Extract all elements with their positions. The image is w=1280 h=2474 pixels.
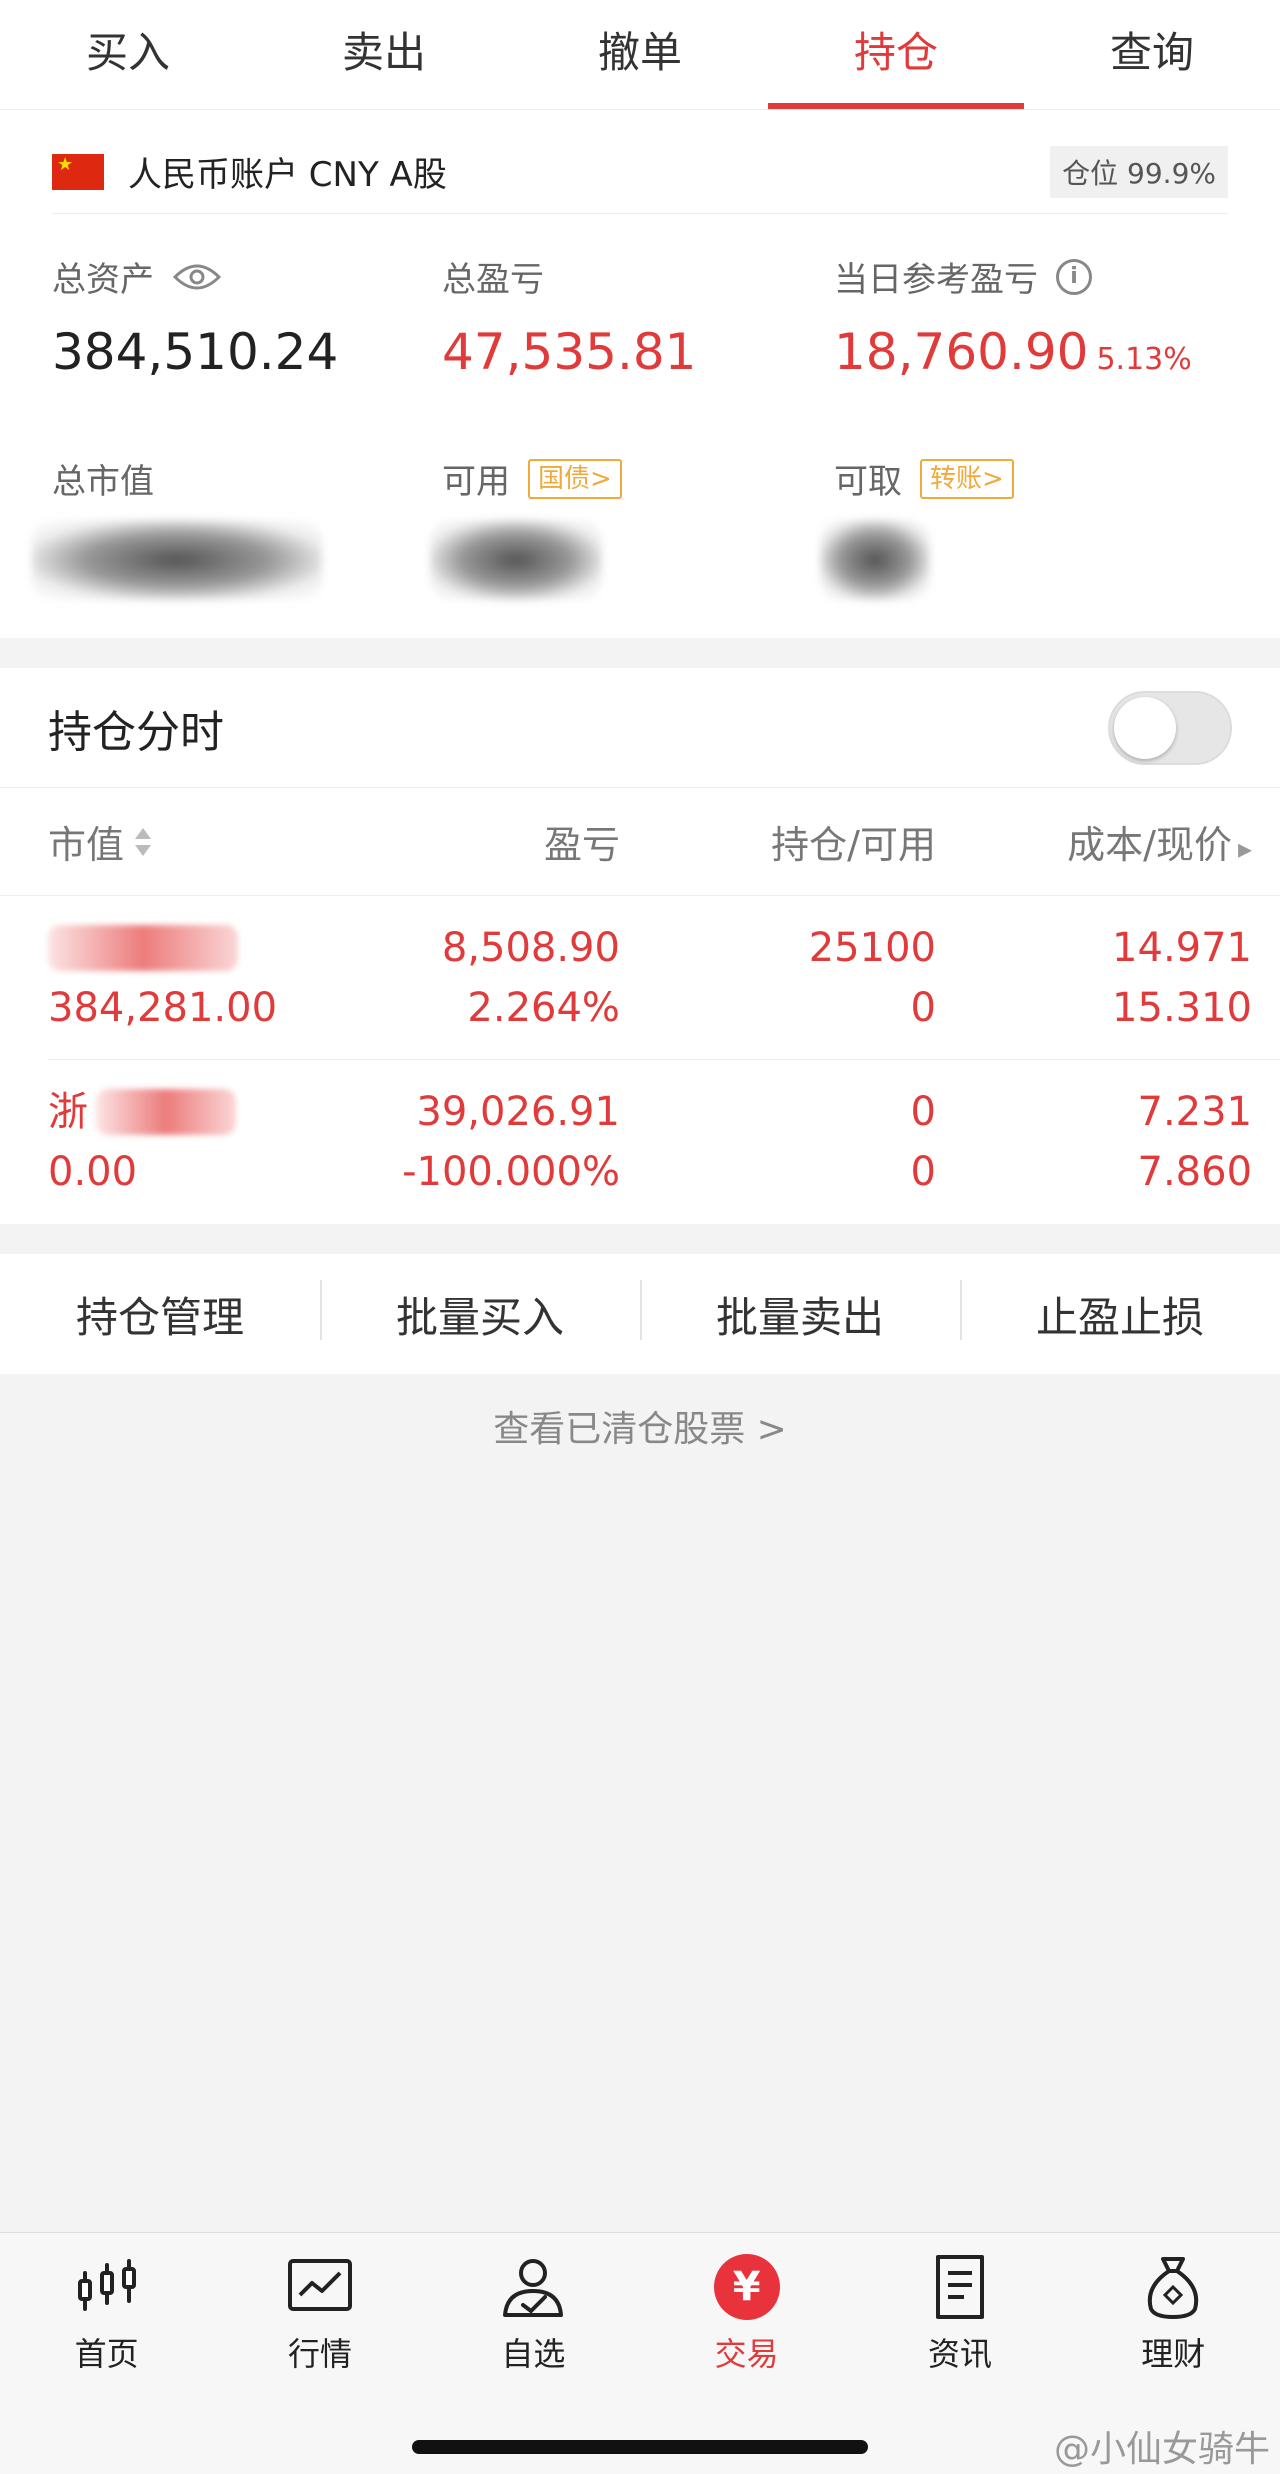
holding-available: 0: [910, 1149, 936, 1195]
batch-sell-button[interactable]: 批量卖出: [640, 1279, 960, 1345]
account-summary: ★ 人民币账户 CNY A股 仓位 99.9% 总资产 384,510.24 总…: [0, 110, 1280, 638]
stop-profit-loss-button[interactable]: 止盈止损: [960, 1279, 1280, 1345]
withdrawable-label: 可取: [834, 462, 902, 502]
holdings-intraday-title: 持仓分时: [48, 706, 224, 758]
daily-pl-value: 18,760.90: [834, 323, 1089, 381]
holdings-section: 持仓分时 市值 盈亏 持仓/可用 成本/现价 ▸ 8,508.90 25100 1…: [0, 668, 1280, 1224]
holdings-header: 持仓分时: [0, 668, 1280, 788]
info-icon[interactable]: i: [1056, 258, 1092, 295]
tab-buy[interactable]: 买入: [0, 0, 256, 109]
column-cost-price[interactable]: 成本/现价 ▸: [936, 814, 1252, 869]
watermark: @小仙女骑牛: [1053, 2429, 1270, 2470]
column-pl[interactable]: 盈亏: [339, 814, 620, 869]
total-pl-label: 总盈亏: [442, 260, 544, 300]
holding-market-value: 384,281.00: [48, 984, 278, 1031]
total-assets: 总资产 384,510.24: [52, 252, 338, 381]
position-ratio-badge: 仓位 99.9%: [1050, 145, 1228, 198]
tab-query[interactable]: 查询: [1024, 0, 1280, 109]
holdings-column-header: 市值 盈亏 持仓/可用 成本/现价 ▸: [0, 788, 1280, 896]
market-value-label: 总市值: [52, 462, 154, 502]
holding-available: 0: [910, 984, 936, 1031]
available-funds: 可用 国债>: [442, 454, 622, 503]
tab-holdings[interactable]: 持仓: [768, 0, 1024, 109]
holding-pl: 8,508.90: [441, 924, 620, 971]
redacted-withdrawable: [820, 520, 930, 600]
holding-price: 7.860: [1137, 1149, 1253, 1195]
nav-market[interactable]: 行情: [213, 2233, 426, 2474]
total-assets-value: 384,510.24: [52, 323, 339, 381]
total-assets-label: 总资产: [52, 260, 154, 300]
transfer-tag[interactable]: 转账>: [920, 458, 1014, 499]
nav-wealth-label: 理财: [1141, 2335, 1206, 2373]
money-bag-icon: [1148, 2257, 1199, 2319]
holding-position: 0: [910, 1089, 936, 1135]
redacted-available: [430, 520, 602, 600]
nav-news[interactable]: 资讯: [853, 2233, 1066, 2474]
column-cost-price-label: 成本/现价: [1067, 823, 1232, 867]
stock-name: 浙: [48, 1089, 88, 1135]
chart-icon: [287, 2259, 352, 2311]
holding-pl-percent: 2.264%: [467, 984, 620, 1031]
holding-pl-percent: -100.000%: [402, 1149, 620, 1195]
home-indicator: [412, 2440, 868, 2454]
batch-buy-button[interactable]: 批量买入: [320, 1279, 640, 1345]
redacted-stock-name: [48, 924, 238, 971]
nav-home[interactable]: 首页: [0, 2233, 213, 2474]
redacted-stock-name: [96, 1089, 236, 1135]
holding-cost: 7.231: [1137, 1089, 1253, 1135]
holding-row[interactable]: 8,508.90 25100 14.971 384,281.00 2.264% …: [48, 896, 1280, 1060]
available-label: 可用: [442, 462, 510, 502]
top-tabs: 买入 卖出 撤单 持仓 查询: [0, 0, 1280, 110]
account-row[interactable]: ★ 人民币账户 CNY A股 仓位 99.9%: [52, 130, 1228, 214]
user-check-icon: [503, 2259, 564, 2317]
manage-holdings-button[interactable]: 持仓管理: [0, 1284, 320, 1345]
nav-news-label: 资讯: [927, 2335, 992, 2373]
total-pl: 总盈亏 47,535.81: [442, 252, 696, 381]
treasury-bond-tag[interactable]: 国债>: [528, 458, 622, 499]
nav-trade-label: 交易: [714, 2335, 779, 2373]
column-position[interactable]: 持仓/可用: [620, 814, 936, 869]
holding-cost: 14.971: [1112, 924, 1253, 971]
holding-pl: 39,026.91: [416, 1089, 620, 1135]
redacted-market-value: [32, 520, 322, 600]
market-value: 总市值: [52, 454, 154, 503]
holding-price: 15.310: [1112, 984, 1253, 1031]
tab-sell[interactable]: 卖出: [256, 0, 512, 109]
view-cleared-stocks-link[interactable]: 查看已清仓股票 >: [0, 1400, 1280, 1452]
nav-home-label: 首页: [74, 2335, 139, 2373]
document-icon: [935, 2255, 984, 2319]
chevron-right-icon: ▸: [1237, 832, 1253, 865]
account-name: 人民币账户 CNY A股: [128, 155, 447, 195]
daily-pl-label: 当日参考盈亏: [834, 260, 1038, 300]
withdrawable-funds: 可取 转账>: [834, 454, 1014, 503]
nav-trade[interactable]: ¥ 交易: [640, 2233, 853, 2474]
nav-watchlist-label: 自选: [501, 2335, 566, 2373]
total-pl-value: 47,535.81: [442, 323, 697, 381]
eye-icon[interactable]: [172, 261, 222, 293]
nav-market-label: 行情: [287, 2335, 352, 2373]
column-market-value-label: 市值: [48, 823, 125, 867]
holding-market-value: 0.00: [48, 1149, 138, 1195]
holding-row[interactable]: 浙 39,026.91 0 7.231 0.00 -100.000% 0 7.8…: [48, 1060, 1280, 1224]
holdings-action-bar: 持仓管理 批量买入 批量卖出 止盈止损: [0, 1254, 1280, 1374]
sort-icon: [135, 827, 152, 856]
daily-pl-percent: 5.13%: [1096, 342, 1192, 377]
china-flag-icon: ★: [52, 153, 104, 190]
column-market-value[interactable]: 市值: [48, 814, 339, 869]
daily-pl: 当日参考盈亏 i 18,760.90 5.13%: [834, 252, 1192, 381]
nav-watchlist[interactable]: 自选: [427, 2233, 640, 2474]
intraday-toggle[interactable]: [1108, 690, 1232, 765]
holding-position: 25100: [808, 924, 936, 971]
candlestick-icon: [77, 2259, 136, 2311]
tab-cancel-order[interactable]: 撤单: [512, 0, 768, 109]
yen-icon: ¥: [713, 2254, 780, 2320]
toggle-knob: [1114, 696, 1176, 759]
